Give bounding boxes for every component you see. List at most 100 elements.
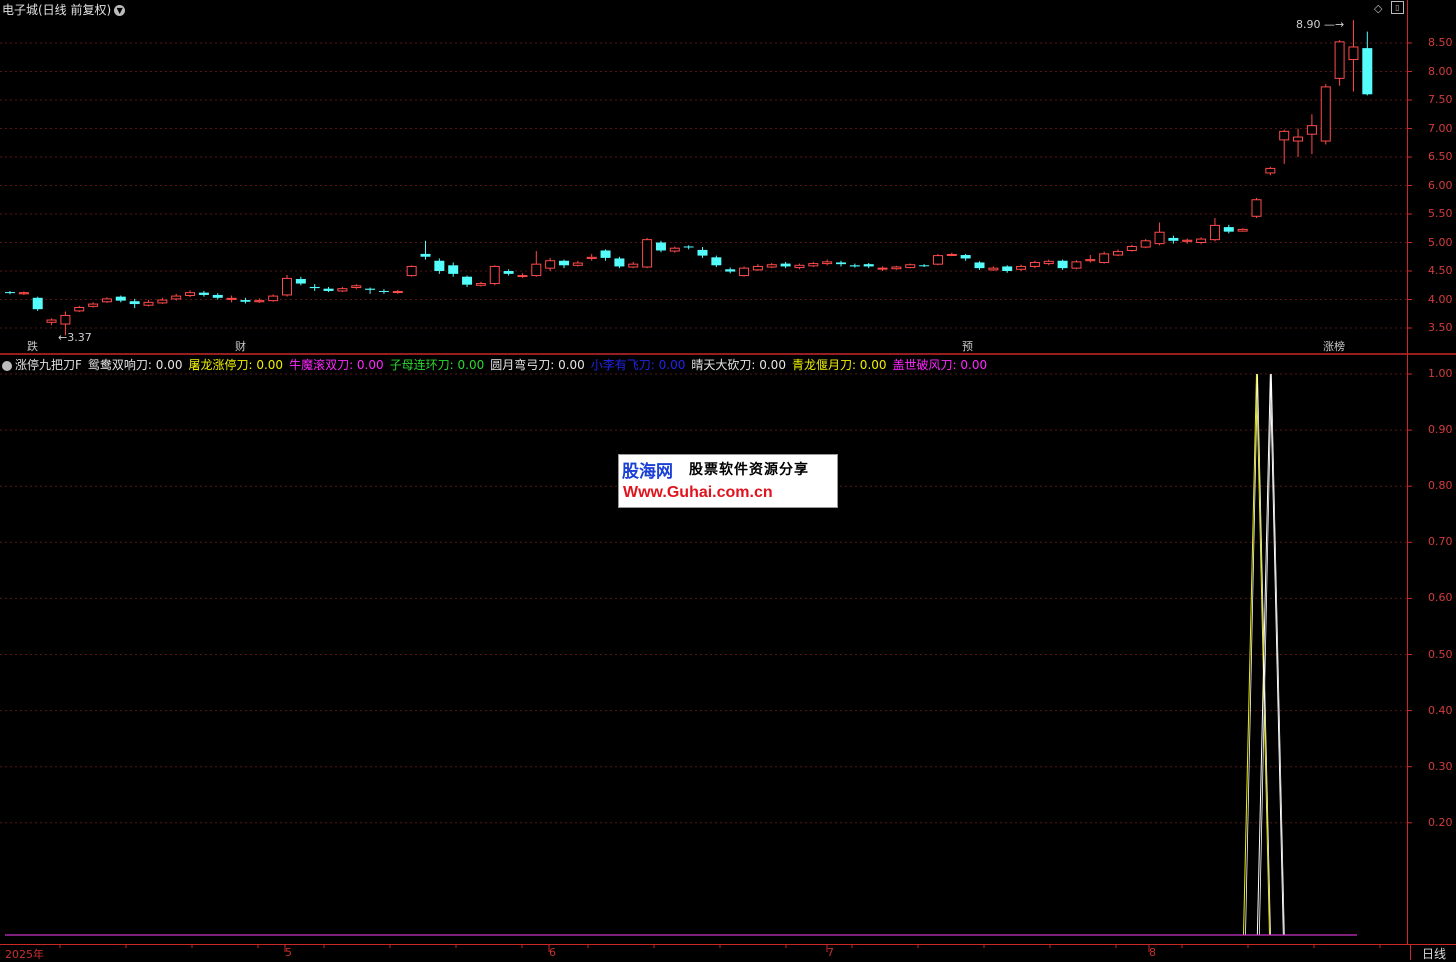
indicator-tick-label: 0.20	[1428, 815, 1453, 829]
candle	[1113, 249, 1123, 257]
candle	[1334, 40, 1345, 86]
candle-body	[268, 295, 279, 302]
candle	[559, 259, 569, 269]
candle	[1196, 237, 1207, 245]
candle-body	[1279, 130, 1290, 141]
chevron-down-icon[interactable]: ▼	[114, 5, 126, 16]
candle-body	[185, 292, 196, 297]
price-tick-label: 7.50	[1428, 93, 1453, 106]
candle-body	[74, 306, 85, 312]
candle-body	[1182, 239, 1193, 242]
candle-body	[559, 260, 569, 266]
candle	[378, 289, 389, 294]
legend-item: 盖世破风刀: 0.00	[892, 358, 988, 372]
candle	[628, 261, 639, 269]
legend-item: 圆月弯弓刀: 0.00	[490, 358, 585, 372]
candle-body	[1251, 199, 1262, 217]
candle	[282, 274, 292, 297]
candle-body	[1029, 261, 1040, 267]
candle	[683, 245, 694, 250]
candle	[74, 305, 85, 313]
candle-body	[946, 253, 957, 256]
price-tick-label: 6.00	[1428, 178, 1453, 192]
candle	[171, 293, 182, 301]
candle-body	[1362, 48, 1373, 95]
chevron-down-icon[interactable]	[2, 360, 12, 371]
candle-body	[836, 262, 846, 265]
candle	[863, 263, 874, 269]
candle-body	[434, 260, 445, 271]
candle	[462, 275, 473, 287]
candle	[365, 287, 376, 294]
candle-body	[101, 298, 112, 303]
indicator-tick-label: 0.90	[1428, 423, 1453, 437]
candle-body	[655, 242, 666, 251]
candle-body	[1196, 238, 1207, 244]
diamond-icon[interactable]: ◇	[1374, 2, 1382, 15]
price-tick-label: 8.50	[1428, 36, 1453, 49]
candle-body	[766, 264, 777, 268]
stock-title: 电子城(日线 前复权)	[2, 3, 112, 17]
watermark: 股海网 股票软件资源分享 Www.Guhai.com.cn	[618, 454, 838, 508]
indicator-tick-label: 0.40	[1428, 703, 1453, 717]
low-price-value: 3.37	[67, 331, 92, 344]
indicator-tick-label: 0.70	[1428, 535, 1453, 549]
candle	[434, 258, 445, 274]
candle-body	[503, 271, 514, 274]
candle	[1099, 251, 1110, 264]
candle-body	[1223, 227, 1234, 232]
candle	[1362, 31, 1373, 96]
candle-body	[1113, 251, 1123, 256]
event-marker-down[interactable]: 跌	[26, 340, 39, 353]
candle	[877, 266, 888, 271]
candle-body	[18, 292, 29, 295]
high-price-label: 8.90 —→	[1296, 18, 1344, 31]
time-label-june: 6	[549, 946, 556, 959]
candle-body	[572, 262, 583, 266]
event-marker-finance[interactable]: 财	[234, 340, 247, 353]
period-tab-daily[interactable]: 日线	[1410, 945, 1456, 961]
candle	[1043, 259, 1054, 266]
event-label: 跌	[27, 340, 38, 353]
candle	[1057, 259, 1068, 270]
candle-body	[932, 255, 943, 265]
candle-body	[669, 247, 680, 252]
candle	[503, 269, 514, 276]
candle-body	[157, 299, 168, 304]
price-tick-label: 7.00	[1428, 121, 1453, 135]
restore-icon[interactable]: ▯	[1391, 1, 1404, 14]
price-tick-label: 8.00	[1428, 64, 1453, 78]
indicator-name: 涨停九把刀F	[15, 358, 82, 372]
candle-body	[794, 264, 805, 269]
candle-body	[351, 285, 362, 289]
candle	[1320, 84, 1331, 145]
candle	[531, 251, 542, 277]
candle	[697, 247, 708, 258]
event-marker-limitup-list[interactable]: 涨榜	[1322, 340, 1346, 353]
candle-body	[448, 265, 459, 274]
candle-body	[891, 266, 902, 270]
candle	[1279, 129, 1290, 164]
candle	[309, 284, 320, 291]
event-label: 涨榜	[1323, 340, 1345, 353]
legend-item: 青龙偃月刀: 0.00	[791, 358, 887, 372]
candle-body	[1293, 136, 1304, 142]
candle-body	[1154, 231, 1165, 245]
candle-body	[1085, 259, 1096, 262]
candle	[655, 240, 666, 253]
candle	[794, 263, 805, 270]
legend-item: 晴天大砍刀: 0.00	[691, 358, 786, 372]
candle-body	[1099, 253, 1110, 263]
legend-item: 小李有飞刀: 0.00	[590, 358, 686, 372]
candle	[960, 253, 971, 261]
candle	[1071, 260, 1082, 270]
candle-body	[115, 296, 126, 301]
indicator-tick-label: 1.00	[1428, 367, 1453, 380]
event-marker-forecast[interactable]: 预	[961, 340, 974, 353]
price-tick-label: 4.00	[1428, 292, 1453, 306]
candle	[32, 296, 43, 311]
candle	[1085, 255, 1096, 263]
candle-body	[711, 257, 722, 266]
candle-body	[212, 294, 223, 298]
candle-body	[88, 303, 99, 307]
